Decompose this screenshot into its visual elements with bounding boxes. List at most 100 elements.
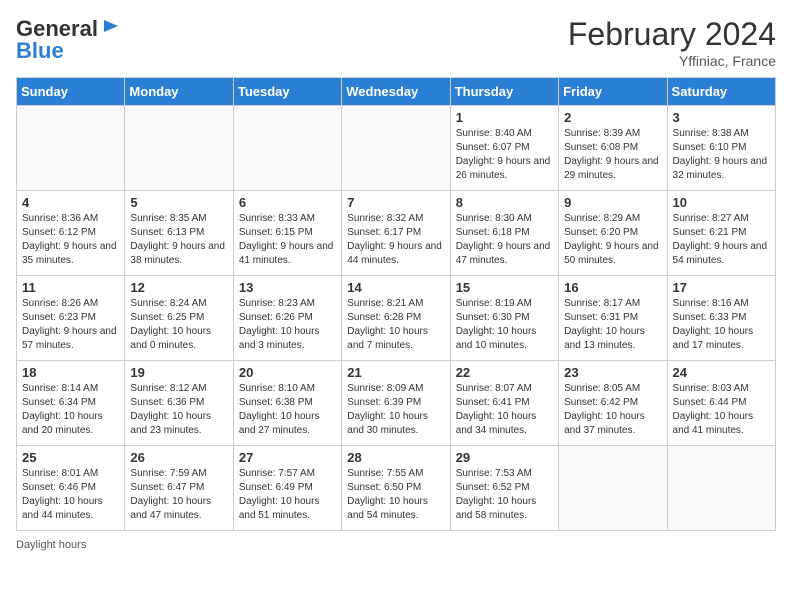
calendar-cell: 5 Sunrise: 8:35 AM Sunset: 6:13 PM Daylig… — [125, 191, 233, 276]
day-info: Sunrise: 8:36 AM Sunset: 6:12 PM Dayligh… — [22, 212, 119, 268]
calendar-header-row: SundayMondayTuesdayWednesdayThursdayFrid… — [17, 78, 776, 106]
calendar-cell: 3 Sunrise: 8:38 AM Sunset: 6:10 PM Daylig… — [667, 106, 775, 191]
day-info: Sunrise: 8:23 AM Sunset: 6:26 PM Dayligh… — [239, 297, 336, 353]
page-header: General Blue February 2024 Yffiniac, Fra… — [16, 16, 776, 69]
calendar-cell: 25 Sunrise: 8:01 AM Sunset: 6:46 PM Dayli… — [17, 446, 125, 531]
day-number: 9 — [564, 195, 661, 210]
calendar-cell: 14 Sunrise: 8:21 AM Sunset: 6:28 PM Dayli… — [342, 276, 450, 361]
day-info: Sunrise: 7:55 AM Sunset: 6:50 PM Dayligh… — [347, 467, 444, 523]
calendar-cell: 1Sunrise: 8:40 AM Sunset: 6:07 PM Daylig… — [450, 106, 558, 191]
day-number: 22 — [456, 365, 553, 380]
calendar-day-header: Wednesday — [342, 78, 450, 106]
day-info: Sunrise: 8:26 AM Sunset: 6:23 PM Dayligh… — [22, 297, 119, 353]
day-info: Sunrise: 8:19 AM Sunset: 6:30 PM Dayligh… — [456, 297, 553, 353]
location-subtitle: Yffiniac, France — [568, 53, 776, 69]
calendar-table: SundayMondayTuesdayWednesdayThursdayFrid… — [16, 77, 776, 531]
day-number: 23 — [564, 365, 661, 380]
day-number: 10 — [673, 195, 770, 210]
day-number: 13 — [239, 280, 336, 295]
day-info: Sunrise: 8:16 AM Sunset: 6:33 PM Dayligh… — [673, 297, 770, 353]
day-info: Sunrise: 7:53 AM Sunset: 6:52 PM Dayligh… — [456, 467, 553, 523]
day-number: 15 — [456, 280, 553, 295]
day-number: 27 — [239, 450, 336, 465]
logo: General Blue — [16, 16, 120, 64]
day-number: 5 — [130, 195, 227, 210]
calendar-cell — [342, 106, 450, 191]
day-number: 3 — [673, 110, 770, 125]
day-info: Sunrise: 8:39 AM Sunset: 6:08 PM Dayligh… — [564, 127, 661, 183]
calendar-day-header: Sunday — [17, 78, 125, 106]
calendar-cell: 15 Sunrise: 8:19 AM Sunset: 6:30 PM Dayli… — [450, 276, 558, 361]
day-info: Sunrise: 8:21 AM Sunset: 6:28 PM Dayligh… — [347, 297, 444, 353]
calendar-cell — [17, 106, 125, 191]
day-number: 16 — [564, 280, 661, 295]
calendar-cell: 16 Sunrise: 8:17 AM Sunset: 6:31 PM Dayli… — [559, 276, 667, 361]
day-info: Sunrise: 8:30 AM Sunset: 6:18 PM Dayligh… — [456, 212, 553, 268]
calendar-cell: 2 Sunrise: 8:39 AM Sunset: 6:08 PM Daylig… — [559, 106, 667, 191]
calendar-day-header: Tuesday — [233, 78, 341, 106]
footer: Daylight hours — [16, 539, 776, 551]
calendar-cell: 7 Sunrise: 8:32 AM Sunset: 6:17 PM Daylig… — [342, 191, 450, 276]
day-number: 28 — [347, 450, 444, 465]
calendar-week-row: 25 Sunrise: 8:01 AM Sunset: 6:46 PM Dayli… — [17, 446, 776, 531]
calendar-cell: 19 Sunrise: 8:12 AM Sunset: 6:36 PM Dayli… — [125, 361, 233, 446]
calendar-day-header: Friday — [559, 78, 667, 106]
day-info: Sunrise: 8:01 AM Sunset: 6:46 PM Dayligh… — [22, 467, 119, 523]
calendar-cell: 20 Sunrise: 8:10 AM Sunset: 6:38 PM Dayli… — [233, 361, 341, 446]
day-number: 14 — [347, 280, 444, 295]
calendar-cell — [233, 106, 341, 191]
day-number: 18 — [22, 365, 119, 380]
day-number: 24 — [673, 365, 770, 380]
day-number: 2 — [564, 110, 661, 125]
day-info: Sunrise: 8:32 AM Sunset: 6:17 PM Dayligh… — [347, 212, 444, 268]
day-number: 19 — [130, 365, 227, 380]
calendar-cell: 8 Sunrise: 8:30 AM Sunset: 6:18 PM Daylig… — [450, 191, 558, 276]
calendar-cell: 29 Sunrise: 7:53 AM Sunset: 6:52 PM Dayli… — [450, 446, 558, 531]
calendar-cell: 23Sunrise: 8:05 AM Sunset: 6:42 PM Dayli… — [559, 361, 667, 446]
day-number: 12 — [130, 280, 227, 295]
calendar-cell: 10Sunrise: 8:27 AM Sunset: 6:21 PM Dayli… — [667, 191, 775, 276]
day-number: 4 — [22, 195, 119, 210]
calendar-cell: 17 Sunrise: 8:16 AM Sunset: 6:33 PM Dayli… — [667, 276, 775, 361]
calendar-cell: 6 Sunrise: 8:33 AM Sunset: 6:15 PM Daylig… — [233, 191, 341, 276]
calendar-cell: 26Sunrise: 7:59 AM Sunset: 6:47 PM Dayli… — [125, 446, 233, 531]
day-info: Sunrise: 8:03 AM Sunset: 6:44 PM Dayligh… — [673, 382, 770, 438]
day-info: Sunrise: 8:35 AM Sunset: 6:13 PM Dayligh… — [130, 212, 227, 268]
calendar-cell — [559, 446, 667, 531]
logo-flag-icon — [100, 18, 120, 38]
calendar-day-header: Saturday — [667, 78, 775, 106]
calendar-day-header: Monday — [125, 78, 233, 106]
day-number: 21 — [347, 365, 444, 380]
day-info: Sunrise: 8:33 AM Sunset: 6:15 PM Dayligh… — [239, 212, 336, 268]
day-info: Sunrise: 8:14 AM Sunset: 6:34 PM Dayligh… — [22, 382, 119, 438]
title-block: February 2024 Yffiniac, France — [568, 16, 776, 69]
month-title: February 2024 — [568, 16, 776, 53]
day-info: Sunrise: 8:10 AM Sunset: 6:38 PM Dayligh… — [239, 382, 336, 438]
calendar-week-row: 1Sunrise: 8:40 AM Sunset: 6:07 PM Daylig… — [17, 106, 776, 191]
day-number: 7 — [347, 195, 444, 210]
day-number: 11 — [22, 280, 119, 295]
day-number: 26 — [130, 450, 227, 465]
day-number: 20 — [239, 365, 336, 380]
day-number: 25 — [22, 450, 119, 465]
day-number: 6 — [239, 195, 336, 210]
calendar-cell: 12 Sunrise: 8:24 AM Sunset: 6:25 PM Dayli… — [125, 276, 233, 361]
calendar-cell: 27Sunrise: 7:57 AM Sunset: 6:49 PM Dayli… — [233, 446, 341, 531]
day-number: 17 — [673, 280, 770, 295]
calendar-cell: 24 Sunrise: 8:03 AM Sunset: 6:44 PM Dayli… — [667, 361, 775, 446]
day-info: Sunrise: 8:38 AM Sunset: 6:10 PM Dayligh… — [673, 127, 770, 183]
day-info: Sunrise: 8:12 AM Sunset: 6:36 PM Dayligh… — [130, 382, 227, 438]
footer-label: Daylight hours — [16, 539, 86, 551]
day-number: 8 — [456, 195, 553, 210]
calendar-week-row: 18 Sunrise: 8:14 AM Sunset: 6:34 PM Dayli… — [17, 361, 776, 446]
calendar-cell: 28 Sunrise: 7:55 AM Sunset: 6:50 PM Dayli… — [342, 446, 450, 531]
calendar-cell — [667, 446, 775, 531]
calendar-cell: 9Sunrise: 8:29 AM Sunset: 6:20 PM Daylig… — [559, 191, 667, 276]
day-info: Sunrise: 8:24 AM Sunset: 6:25 PM Dayligh… — [130, 297, 227, 353]
day-number: 29 — [456, 450, 553, 465]
day-info: Sunrise: 8:17 AM Sunset: 6:31 PM Dayligh… — [564, 297, 661, 353]
calendar-body: 1Sunrise: 8:40 AM Sunset: 6:07 PM Daylig… — [17, 106, 776, 531]
calendar-week-row: 11 Sunrise: 8:26 AM Sunset: 6:23 PM Dayli… — [17, 276, 776, 361]
day-info: Sunrise: 8:07 AM Sunset: 6:41 PM Dayligh… — [456, 382, 553, 438]
day-info: Sunrise: 8:09 AM Sunset: 6:39 PM Dayligh… — [347, 382, 444, 438]
